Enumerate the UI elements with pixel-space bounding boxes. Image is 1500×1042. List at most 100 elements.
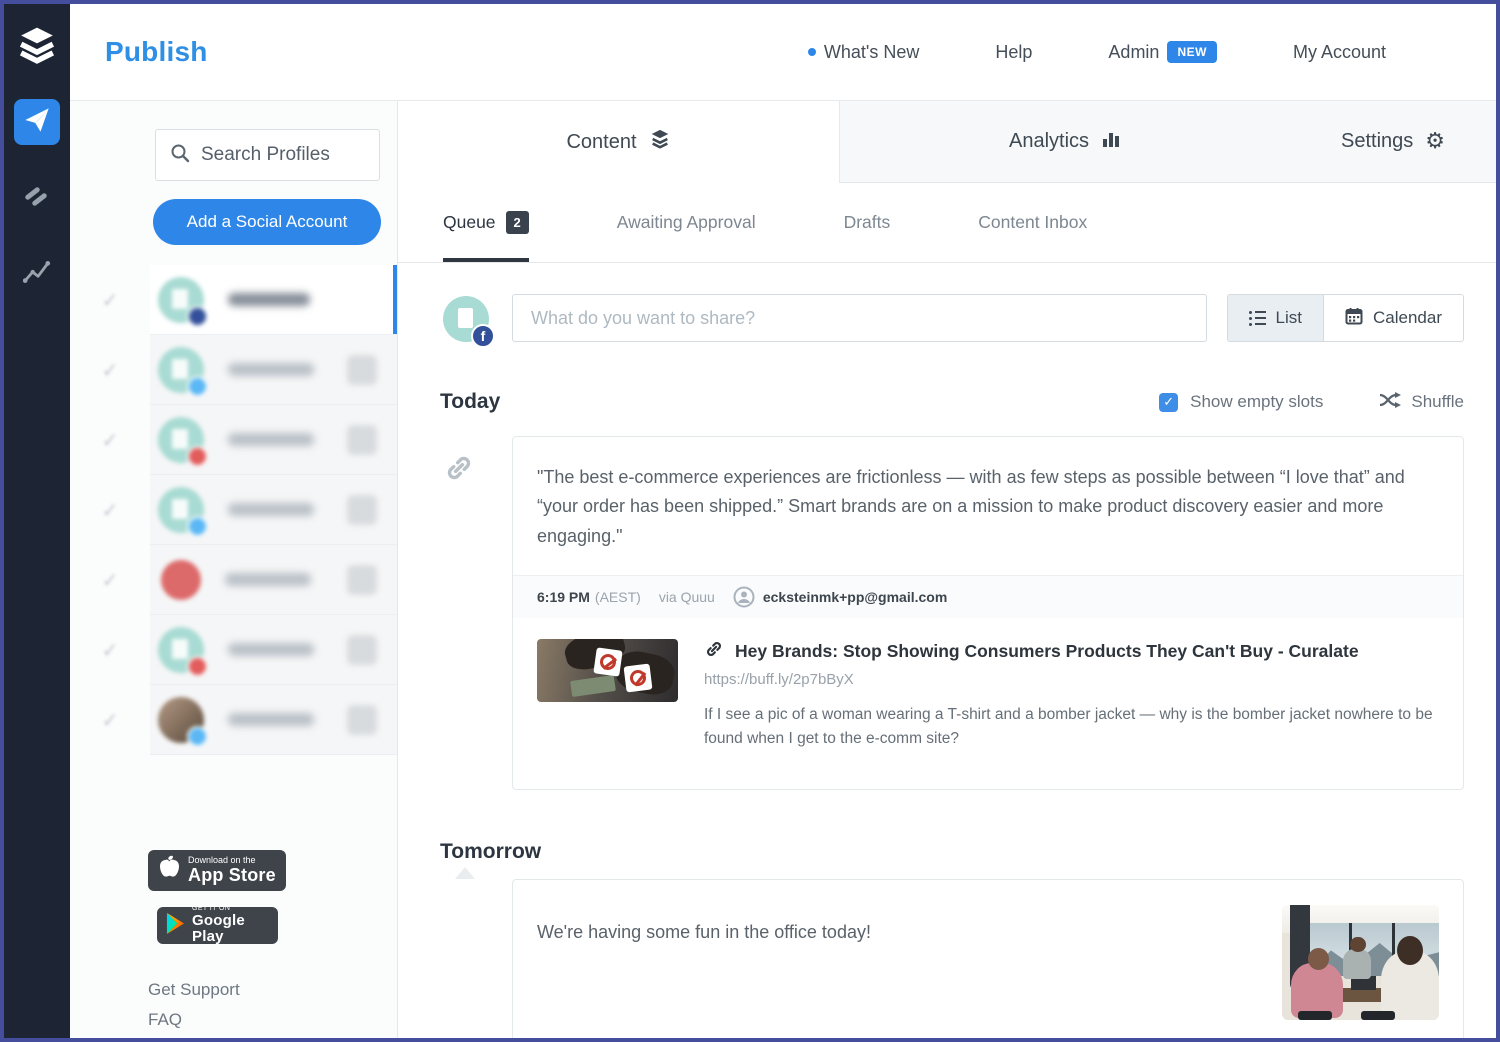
link-preview-thumbnail: [537, 639, 678, 702]
queue-count-badge-blurred: [347, 705, 377, 735]
shuffle-button[interactable]: Shuffle: [1379, 391, 1464, 414]
sidebar-footer: Download on the App Store: [70, 850, 397, 1030]
tab-settings[interactable]: Settings ⚙: [1290, 101, 1496, 182]
subtab-queue[interactable]: Queue 2: [443, 183, 529, 262]
help-link[interactable]: Help: [995, 42, 1032, 63]
queued-post-card[interactable]: "The best e-commerce experiences are fri…: [512, 436, 1464, 790]
composer-profile-avatar: f: [443, 296, 489, 342]
post-via: via Quuu: [659, 589, 715, 605]
list-view-button[interactable]: List: [1228, 295, 1324, 341]
analyze-icon: [23, 259, 51, 290]
add-social-account-button[interactable]: Add a Social Account: [153, 199, 381, 245]
profile-row[interactable]: ✓: [70, 615, 397, 685]
queue-count-badge-blurred: [347, 495, 377, 525]
post-image-thumbnail: [1282, 905, 1439, 1020]
rail-analyze-button[interactable]: [14, 251, 60, 297]
post-meta: 6:19 PM (AEST) via Quuu: [513, 575, 1463, 618]
search-icon: [170, 143, 190, 168]
profile-name-blurred: [225, 573, 311, 586]
twitter-profile-avatar: [158, 487, 204, 533]
check-icon: ✓: [70, 335, 150, 405]
profile-row[interactable]: ✓: [70, 685, 397, 755]
pinterest-badge-icon: [187, 656, 208, 677]
profiles-sidebar: Add a Social Account ✓✓✓✓✓✓✓ Download on…: [70, 101, 398, 1038]
search-profiles-input[interactable]: [201, 144, 398, 166]
layers-icon: [649, 128, 671, 156]
pinterest-profile-avatar: [158, 417, 204, 463]
check-icon: ✓: [70, 685, 150, 755]
profile-row[interactable]: ✓: [70, 475, 397, 545]
get-support-link[interactable]: Get Support: [148, 980, 397, 1000]
queue-count-badge: 2: [506, 211, 529, 234]
apple-icon: [158, 855, 180, 886]
author-avatar-icon: [733, 586, 755, 608]
post-text: We're having some fun in the office toda…: [537, 922, 1263, 943]
rail-reply-button[interactable]: [14, 175, 60, 221]
pinterest-profile-avatar: [161, 560, 201, 600]
calendar-view-button[interactable]: Calendar: [1324, 295, 1463, 341]
new-badge: NEW: [1167, 41, 1217, 63]
post-text: "The best e-commerce experiences are fri…: [513, 437, 1463, 575]
check-icon: ✓: [70, 265, 150, 335]
main-area: Content Analytics: [398, 101, 1496, 1038]
check-icon: ✓: [70, 405, 150, 475]
google-play-badge[interactable]: GET IT ON Google Play: [157, 907, 278, 944]
queue-subtabs: Queue 2 Awaiting Approval Drafts Content…: [398, 183, 1496, 263]
subtab-drafts[interactable]: Drafts: [844, 183, 891, 262]
profile-name-blurred: [228, 503, 314, 516]
selected-profile-indicator: [393, 265, 397, 334]
reply-icon: [24, 187, 50, 209]
queue-count-badge-blurred: [347, 635, 377, 665]
profile-name-blurred: [228, 293, 310, 306]
twitter-badge-icon: [187, 376, 208, 397]
admin-link[interactable]: Admin NEW: [1108, 41, 1217, 63]
twitter-profile-avatar: [158, 697, 204, 743]
twitter-profile-avatar: [158, 347, 204, 393]
calendar-icon: [1345, 307, 1363, 330]
profile-name-blurred: [228, 713, 314, 726]
twitter-badge-icon: [187, 516, 208, 537]
top-bar: Publish What's New Help Admin NEW My Acc…: [70, 4, 1496, 101]
tab-content[interactable]: Content: [398, 101, 840, 183]
list-icon: [1249, 311, 1266, 326]
profile-row[interactable]: ✓: [70, 265, 397, 335]
profile-row[interactable]: ✓: [70, 405, 397, 475]
subtab-awaiting-approval[interactable]: Awaiting Approval: [617, 183, 756, 262]
queue-count-badge-blurred: [347, 565, 377, 595]
queue-count-badge-blurred: [347, 355, 377, 385]
notification-dot-icon: [808, 48, 816, 56]
app-store-badge[interactable]: Download on the App Store: [148, 850, 286, 891]
profile-name-blurred: [228, 363, 314, 376]
paper-plane-icon: [23, 106, 51, 139]
post-timezone: (AEST): [595, 589, 641, 605]
search-profiles-box[interactable]: [155, 129, 380, 181]
pinterest-badge-icon: [187, 446, 208, 467]
composer-input[interactable]: [512, 294, 1207, 342]
my-account-link[interactable]: My Account: [1293, 42, 1386, 63]
link-preview[interactable]: Hey Brands: Stop Showing Consumers Produ…: [513, 618, 1463, 789]
faq-link[interactable]: FAQ: [148, 1010, 397, 1030]
shuffle-icon: [1379, 391, 1401, 414]
queued-post-card[interactable]: We're having some fun in the office toda…: [512, 879, 1464, 1038]
rail-publish-button[interactable]: [14, 99, 60, 145]
link-icon: [704, 639, 724, 664]
tab-analytics[interactable]: Analytics: [840, 101, 1290, 182]
today-heading: Today: [440, 390, 500, 414]
subtab-content-inbox[interactable]: Content Inbox: [978, 183, 1087, 262]
link-title[interactable]: Hey Brands: Stop Showing Consumers Produ…: [735, 641, 1359, 662]
profile-row[interactable]: ✓: [70, 335, 397, 405]
queue-count-badge-blurred: [347, 425, 377, 455]
profile-row[interactable]: ✓: [70, 545, 397, 615]
buffer-logo-icon: [18, 26, 56, 69]
page-title: Publish: [105, 36, 208, 68]
check-icon: ✓: [70, 545, 150, 615]
facebook-badge-icon: [187, 306, 208, 327]
show-empty-slots-checkbox[interactable]: ✓ Show empty slots: [1159, 392, 1323, 412]
profile-list: ✓✓✓✓✓✓✓: [70, 265, 397, 755]
checkbox-check-icon: ✓: [1159, 393, 1178, 412]
gear-icon: ⚙: [1425, 129, 1445, 154]
whats-new-link[interactable]: What's New: [808, 42, 919, 63]
primary-tabs: Content Analytics: [398, 101, 1496, 183]
no-sign-icon: [624, 663, 653, 692]
link-url[interactable]: https://buff.ly/2p7bByX: [704, 671, 1439, 688]
